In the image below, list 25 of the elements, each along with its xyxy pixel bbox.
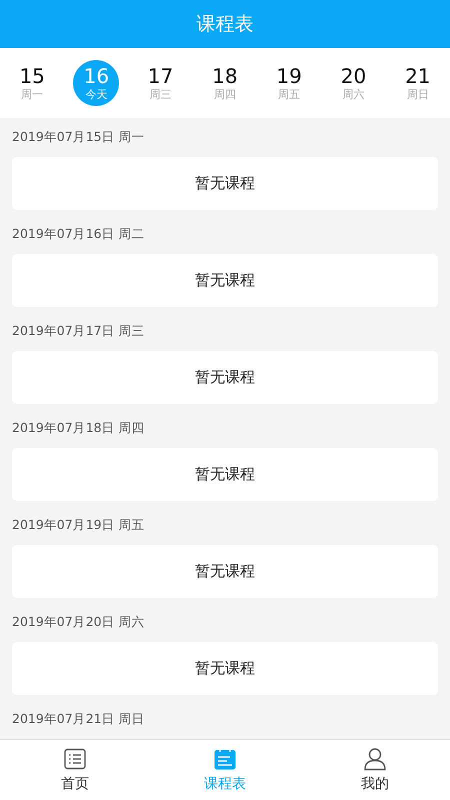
date-heading: 2019年07月16日 周二 (12, 225, 146, 243)
empty-message: 暂无课程 (195, 368, 255, 387)
empty-message: 暂无课程 (195, 562, 255, 581)
date-heading: 2019年07月20日 周六 (12, 613, 146, 631)
list-icon (63, 747, 87, 771)
calendar-icon (213, 747, 237, 771)
day-tab[interactable]: 17 周三 (128, 48, 193, 118)
page-title: 课程表 (196, 12, 254, 37)
date-heading: 2019年07月19日 周五 (12, 516, 146, 534)
empty-message: 暂无课程 (195, 465, 255, 484)
date-heading: 2019年07月17日 周三 (12, 322, 146, 340)
day-tab[interactable]: 18 周四 (192, 48, 257, 118)
day-tab[interactable]: 15 周一 (0, 48, 64, 118)
empty-message: 暂无课程 (195, 174, 255, 193)
day-tab[interactable]: 19 周五 (256, 48, 322, 118)
date-heading: 2019年07月18日 周四 (12, 419, 146, 437)
date-heading: 2019年07月15日 周一 (12, 128, 146, 146)
day-tab[interactable]: 20 周六 (321, 48, 386, 118)
empty-message: 暂无课程 (195, 659, 255, 678)
empty-message: 暂无课程 (195, 271, 255, 290)
nav-tab[interactable]: 首页 (0, 740, 150, 800)
person-icon (363, 747, 387, 771)
date-heading: 2019年07月21日 周日 (12, 710, 146, 728)
nav-tab[interactable]: 我的 (300, 740, 450, 800)
day-tab[interactable]: 21 周日 (386, 48, 450, 118)
